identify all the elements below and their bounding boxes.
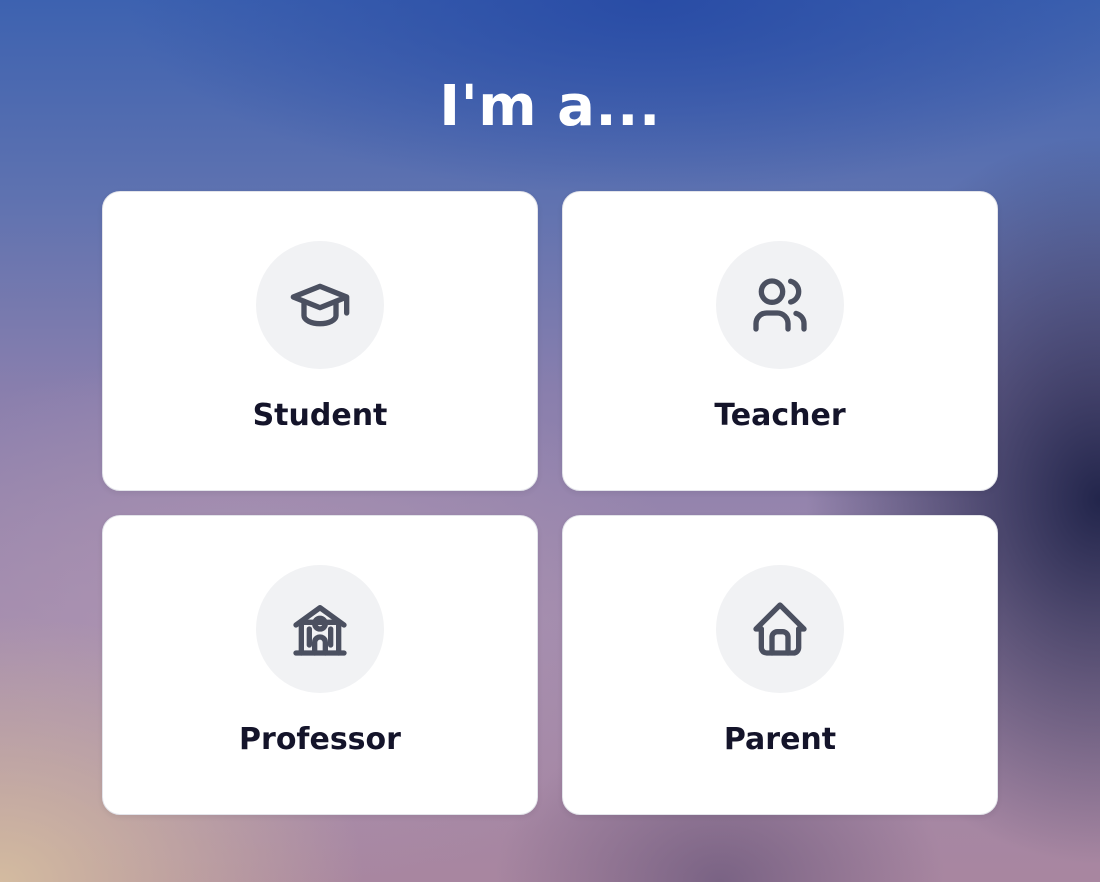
- icon-circle: [716, 241, 844, 369]
- icon-circle: [716, 565, 844, 693]
- role-card-parent[interactable]: Parent: [562, 515, 998, 815]
- role-card-teacher[interactable]: Teacher: [562, 191, 998, 491]
- icon-circle: [256, 241, 384, 369]
- role-card-professor[interactable]: Professor: [102, 515, 538, 815]
- role-card-student[interactable]: Student: [102, 191, 538, 491]
- icon-circle: [256, 565, 384, 693]
- school-building-icon: [293, 605, 347, 656]
- graduation-cap-icon: [290, 283, 350, 327]
- users-icon: [753, 278, 807, 332]
- page-title: I'm a...: [439, 74, 661, 139]
- role-label-parent: Parent: [723, 722, 837, 757]
- role-label-teacher: Teacher: [714, 398, 846, 433]
- role-grid: Student Teacher Professor Parent: [102, 191, 998, 815]
- role-label-professor: Professor: [239, 722, 401, 757]
- role-label-student: Student: [252, 398, 388, 433]
- home-icon: [753, 602, 807, 656]
